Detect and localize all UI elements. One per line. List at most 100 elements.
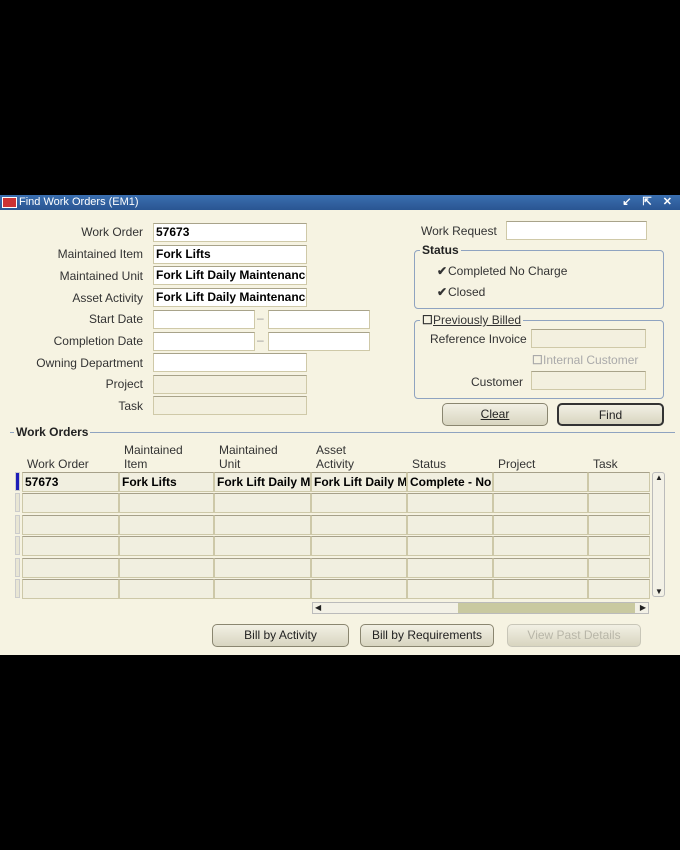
- row-selector[interactable]: [15, 536, 20, 556]
- table-cell[interactable]: [588, 579, 650, 599]
- row-selector[interactable]: [15, 579, 20, 598]
- scroll-down-icon[interactable]: ▼: [655, 587, 663, 596]
- table-cell[interactable]: Fork Lift Daily M: [311, 472, 407, 492]
- table-cell[interactable]: [22, 493, 119, 514]
- work-orders-divider: [10, 432, 675, 433]
- scroll-track[interactable]: [458, 603, 635, 613]
- table-cell[interactable]: [588, 514, 650, 535]
- table-cell[interactable]: 57673: [22, 472, 119, 492]
- horizontal-scrollbar[interactable]: ◀ ▶: [312, 602, 649, 614]
- completion-date-to-field[interactable]: [268, 332, 370, 351]
- table-cell[interactable]: [588, 472, 650, 492]
- title-bar: Find Work Orders (EM1) ↙ ⇱ ✕: [0, 195, 680, 210]
- table-cell[interactable]: Complete - No: [407, 472, 493, 492]
- table-cell[interactable]: [493, 579, 588, 599]
- table-cell[interactable]: [119, 536, 214, 557]
- work-orders-legend: Work Orders: [14, 425, 91, 439]
- table-cell[interactable]: Fork Lifts: [119, 472, 214, 492]
- table-cell[interactable]: [22, 536, 119, 557]
- window-title: Find Work Orders (EM1): [19, 196, 139, 208]
- project-field[interactable]: [153, 375, 307, 394]
- view-past-details-button[interactable]: View Past Details: [507, 624, 641, 647]
- table-cell[interactable]: [407, 493, 493, 514]
- work-order-field[interactable]: 57673: [153, 223, 307, 242]
- task-label: Task: [118, 399, 143, 413]
- scroll-left-icon[interactable]: ◀: [315, 603, 321, 612]
- start-date-dash: –: [257, 311, 264, 325]
- table-cell[interactable]: [119, 579, 214, 599]
- window-controls-icon[interactable]: ↙ ⇱ ✕: [622, 195, 676, 210]
- completion-date-from-field[interactable]: [153, 332, 255, 351]
- table-cell[interactable]: [588, 536, 650, 557]
- previously-billed-checkbox[interactable]: ☐Previously Billed: [420, 313, 524, 327]
- scroll-up-icon[interactable]: ▲: [655, 473, 663, 482]
- maintained-item-label: Maintained Item: [57, 247, 143, 261]
- table-cell[interactable]: [588, 493, 650, 514]
- owning-department-label: Owning Department: [36, 356, 143, 370]
- table-cell[interactable]: [407, 579, 493, 599]
- table-cell[interactable]: [214, 493, 311, 514]
- reference-invoice-field[interactable]: [531, 329, 646, 348]
- table-cell[interactable]: [214, 536, 311, 557]
- scroll-right-icon[interactable]: ▶: [640, 603, 646, 612]
- completed-no-charge-checkbox[interactable]: ✔Completed No Charge: [437, 264, 567, 278]
- table-cell[interactable]: [588, 557, 650, 578]
- table-cell[interactable]: [22, 579, 119, 599]
- table-cell[interactable]: [493, 472, 588, 492]
- internal-customer-checkbox[interactable]: ☐Internal Customer: [532, 353, 638, 367]
- row-selector[interactable]: [15, 514, 20, 534]
- table-cell[interactable]: [214, 514, 311, 535]
- start-date-to-field[interactable]: [268, 310, 370, 329]
- bill-by-activity-button[interactable]: Bill by Activity: [212, 624, 349, 647]
- asset-activity-field[interactable]: Fork Lift Daily Maintenance: [153, 288, 307, 307]
- column-header-line: Work Order: [27, 457, 89, 471]
- work-request-field[interactable]: [506, 221, 647, 240]
- table-cell[interactable]: [493, 514, 588, 535]
- row-selector[interactable]: [15, 472, 20, 491]
- checkmark-icon: ✔: [437, 285, 448, 299]
- task-field[interactable]: [153, 396, 307, 415]
- vertical-scrollbar[interactable]: ▲ ▼: [652, 472, 665, 597]
- table-cell[interactable]: [311, 579, 407, 599]
- table-cell[interactable]: [119, 557, 214, 578]
- table-cell[interactable]: [311, 514, 407, 535]
- bill-by-requirements-button[interactable]: Bill by Requirements: [360, 624, 494, 647]
- table-cell[interactable]: [407, 557, 493, 578]
- app-icon: [2, 197, 17, 208]
- table-cell[interactable]: [22, 557, 119, 578]
- closed-checkbox[interactable]: ✔Closed: [437, 285, 485, 299]
- table-cell[interactable]: [407, 514, 493, 535]
- customer-field[interactable]: [531, 371, 646, 390]
- table-cell[interactable]: [493, 493, 588, 514]
- start-date-from-field[interactable]: [153, 310, 255, 329]
- table-cell[interactable]: [311, 493, 407, 514]
- checkmark-icon: ✔: [437, 264, 448, 278]
- row-selector[interactable]: [15, 557, 20, 577]
- checkbox-icon: ☐: [532, 353, 543, 367]
- table-cell[interactable]: Fork Lift Daily M: [214, 472, 311, 492]
- table-cell[interactable]: [22, 514, 119, 535]
- column-header-line: [27, 443, 89, 457]
- column-header-line: Task: [593, 457, 618, 471]
- maintained-unit-field[interactable]: Fork Lift Daily Maintenance: [153, 266, 307, 285]
- table-cell[interactable]: [311, 536, 407, 557]
- table-cell[interactable]: [493, 557, 588, 578]
- column-header: Maintained Unit: [219, 443, 278, 471]
- column-header-line: Project: [498, 457, 536, 471]
- column-header: Work Order: [27, 443, 89, 471]
- find-button[interactable]: Find: [557, 403, 664, 426]
- table-cell[interactable]: [493, 536, 588, 557]
- table-cell[interactable]: [214, 557, 311, 578]
- owning-department-field[interactable]: [153, 353, 307, 372]
- maintained-item-field[interactable]: Fork Lifts: [153, 245, 307, 264]
- column-header-line: Unit: [219, 457, 241, 471]
- column-header-line: [412, 443, 446, 457]
- row-selector[interactable]: [15, 493, 20, 513]
- status-legend: Status: [420, 243, 461, 257]
- table-cell[interactable]: [119, 514, 214, 535]
- table-cell[interactable]: [311, 557, 407, 578]
- table-cell[interactable]: [119, 493, 214, 514]
- table-cell[interactable]: [407, 536, 493, 557]
- clear-button[interactable]: Clear: [442, 403, 548, 426]
- table-cell[interactable]: [214, 579, 311, 599]
